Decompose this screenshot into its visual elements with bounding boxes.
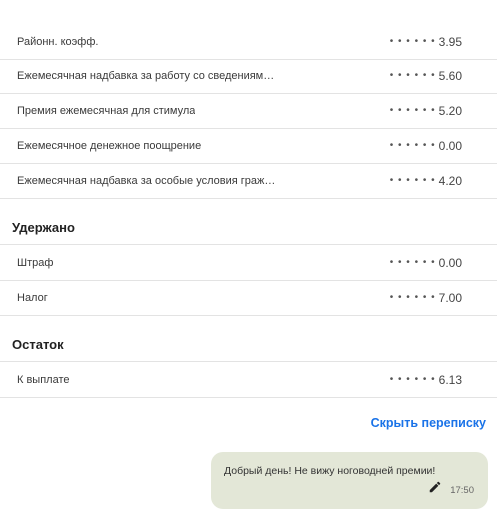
list-item: Ежемесячная надбавка за работу со сведен… [0,58,497,94]
masked-dots: • • • • • • [389,140,436,151]
list-item: Штраф • • • • • • 0.00 [0,245,497,281]
masked-dots: • • • • • • [389,70,436,81]
row-label: Штраф [17,256,54,269]
row-label: Ежемесячная надбавка за особые условия г… [17,174,277,187]
row-label: К выплате [17,373,70,386]
masked-dots: • • • • • • [389,175,436,186]
row-value: 3.95 [438,34,462,49]
pencil-icon[interactable] [428,480,442,494]
row-label: Ежемесячная надбавка за работу со сведен… [17,69,277,82]
row-label: Налог [17,291,48,304]
section-title-balance: Остаток [12,337,64,352]
row-amount: • • • • • • 4.20 [390,174,462,188]
list-item: Ежемесячная надбавка за особые условия г… [0,163,497,199]
row-amount: • • • • • • 5.60 [390,69,462,83]
masked-dots: • • • • • • [389,292,436,303]
list-item: К выплате • • • • • • 6.13 [0,362,497,398]
list-item: Районн. коэфф. • • • • • • 3.95 [0,24,497,60]
row-amount: • • • • • • 5.20 [390,104,462,118]
masked-dots: • • • • • • [389,105,436,116]
row-amount: • • • • • • 0.00 [390,256,462,270]
list-item: Ежемесячное денежное поощрение • • • • •… [0,128,497,164]
chat-message-text: Добрый день! Не вижу ноговодней премии! [224,465,436,477]
list-item: Налог • • • • • • 7.00 [0,280,497,316]
row-amount: • • • • • • 7.00 [390,291,462,305]
message-timestamp: 17:50 [450,485,474,496]
masked-dots: • • • • • • [389,257,436,268]
chat-message-bubble: Добрый день! Не вижу ноговодней премии! … [211,452,488,509]
row-amount: • • • • • • 6.13 [390,373,462,387]
section-title-withheld: Удержано [12,220,75,235]
row-amount: • • • • • • 0.00 [390,139,462,153]
row-label: Премия ежемесячная для стимула [17,104,196,117]
row-label: Районн. коэфф. [17,35,99,48]
row-value: 0.00 [438,138,462,153]
row-amount: • • • • • • 3.95 [390,35,462,49]
row-value: 6.13 [438,372,462,387]
row-value: 5.20 [438,103,462,118]
row-value: 0.00 [438,255,462,270]
row-value: 5.60 [438,68,462,83]
row-value: 7.00 [438,290,462,305]
row-label: Ежемесячное денежное поощрение [17,139,202,152]
list-item: Премия ежемесячная для стимула • • • • •… [0,93,497,129]
hide-chat-link[interactable]: Скрыть переписку [371,416,486,430]
masked-dots: • • • • • • [389,374,436,385]
masked-dots: • • • • • • [389,36,436,47]
row-value: 4.20 [438,173,462,188]
